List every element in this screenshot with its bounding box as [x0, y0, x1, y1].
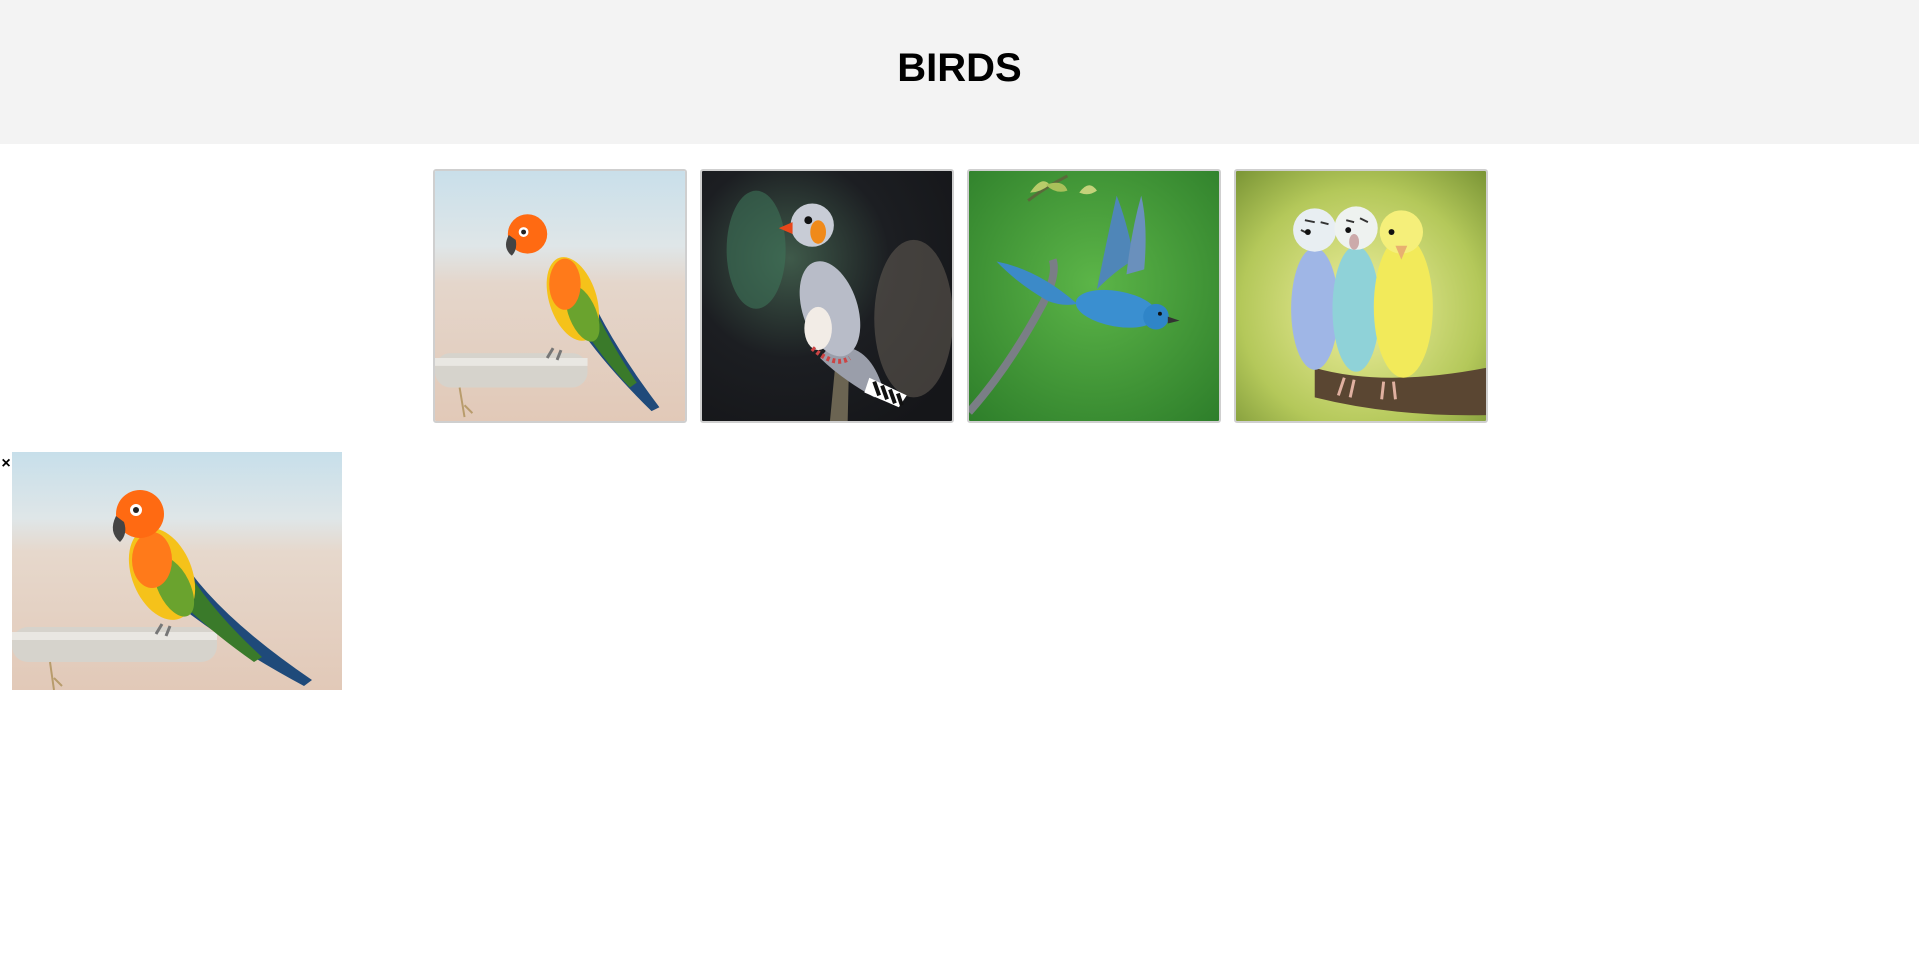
thumbnail-zebra-finch[interactable] — [700, 169, 954, 423]
page-title: BIRDS — [897, 46, 1022, 90]
zebra-finch-image — [702, 171, 952, 421]
sun-conure-parrot-image — [435, 171, 685, 421]
page-header: BIRDS — [0, 0, 1919, 144]
sun-conure-parrot-image — [12, 452, 342, 690]
budgie-trio-image — [1236, 171, 1486, 421]
blue-bird-flying-image — [969, 171, 1219, 421]
preview-image — [12, 452, 342, 690]
thumbnail-sun-conure[interactable] — [433, 169, 687, 423]
close-preview-button[interactable]: × — [0, 455, 12, 473]
thumbnail-budgies[interactable] — [1234, 169, 1488, 423]
thumbnail-blue-bird[interactable] — [967, 169, 1221, 423]
